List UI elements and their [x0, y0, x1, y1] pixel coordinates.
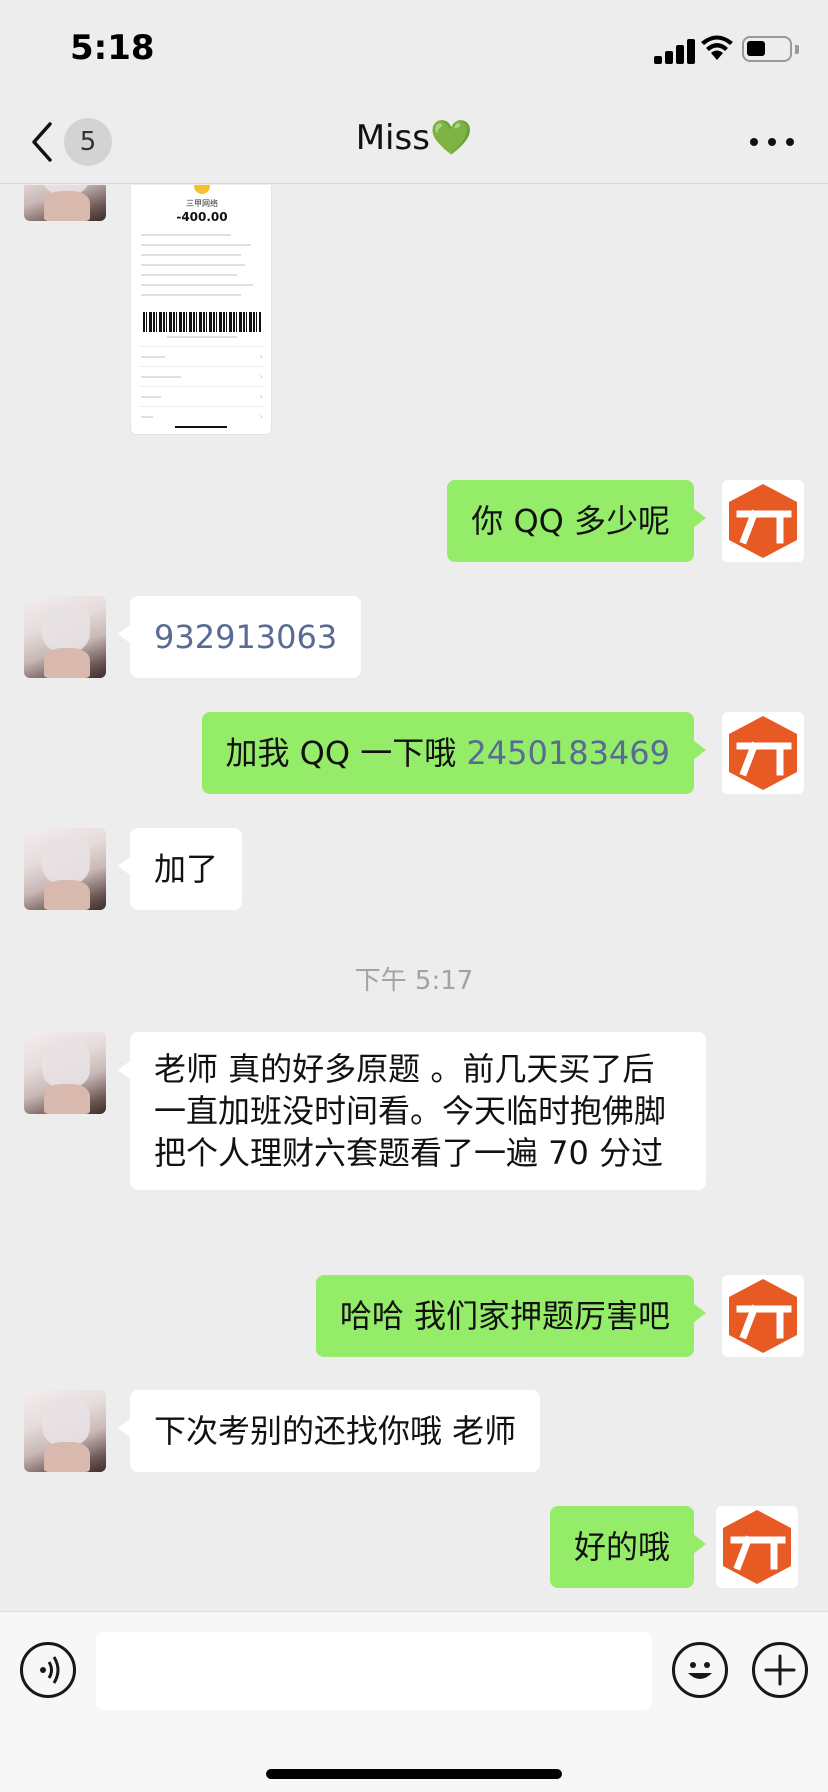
contact-avatar[interactable] — [24, 185, 106, 221]
cellular-signal-icon — [654, 38, 700, 64]
more-icon[interactable] — [750, 132, 794, 152]
receipt-amount: -400.00 — [176, 210, 228, 224]
user-avatar[interactable] — [722, 1275, 804, 1357]
message-text: 加我 QQ 一下哦 — [225, 734, 467, 772]
orange-hexagon-logo-icon — [729, 1279, 797, 1353]
message-bubble-received[interactable]: 老师 真的好多原题 。前几天买了后一直加班没时间看。今天临时抱佛脚把个人理财六套… — [118, 1032, 706, 1190]
contact-avatar[interactable] — [24, 1390, 106, 1472]
message-bubble-received[interactable]: 加了 — [117, 828, 243, 910]
orange-hexagon-logo-icon — [729, 716, 797, 790]
contact-avatar[interactable] — [24, 1032, 106, 1114]
plus-icon[interactable] — [752, 1642, 808, 1698]
input-toolbar — [0, 1611, 828, 1792]
battery-tip — [795, 45, 799, 54]
contact-name: Miss — [355, 118, 430, 158]
qq-number-link[interactable]: 932913063 — [154, 618, 337, 656]
message-input[interactable] — [96, 1632, 652, 1710]
battery-icon — [742, 36, 792, 62]
payment-receipt-image[interactable]: 三甲网络 -400.00 › › › › — [130, 185, 272, 435]
user-avatar[interactable] — [716, 1506, 798, 1588]
user-avatar[interactable] — [722, 712, 804, 794]
message-list[interactable]: 三甲网络 -400.00 › › › › 你 QQ 多少呢 932913063 … — [0, 185, 828, 1610]
message-bubble-received[interactable]: 下次考别的还找你哦 老师 — [117, 1390, 541, 1472]
receipt-merchant: 三甲网络 — [186, 199, 218, 208]
message-bubble-sent[interactable]: 哈哈 我们家押题厉害吧 — [315, 1275, 707, 1357]
home-indicator[interactable] — [266, 1769, 562, 1779]
barcode — [143, 312, 261, 332]
status-time: 5:18 — [70, 28, 155, 68]
wifi-icon — [701, 35, 733, 60]
green-heart-emoji: 💚 — [429, 118, 473, 158]
contact-avatar[interactable] — [24, 596, 106, 678]
orange-hexagon-logo-icon — [729, 484, 797, 558]
status-bar: 5:18 — [0, 0, 828, 100]
orange-hexagon-logo-icon — [723, 1510, 791, 1584]
message-bubble-sent[interactable]: 加我 QQ 一下哦 2450183469 — [201, 712, 706, 794]
chat-header: 5 Miss💚 — [0, 100, 828, 184]
voice-icon[interactable] — [20, 1642, 76, 1698]
message-bubble-received[interactable]: 932913063 — [117, 596, 362, 678]
qq-number-link[interactable]: 2450183469 — [466, 734, 670, 772]
user-avatar[interactable] — [722, 480, 804, 562]
emoji-icon[interactable] — [672, 1642, 728, 1698]
chat-timestamp: 下午 5:17 — [354, 966, 474, 996]
message-bubble-sent[interactable]: 好的哦 — [549, 1506, 707, 1588]
message-bubble-sent[interactable]: 你 QQ 多少呢 — [447, 480, 706, 562]
contact-avatar[interactable] — [24, 828, 106, 910]
coin-icon — [194, 185, 210, 194]
chat-title: Miss💚 — [0, 118, 828, 158]
